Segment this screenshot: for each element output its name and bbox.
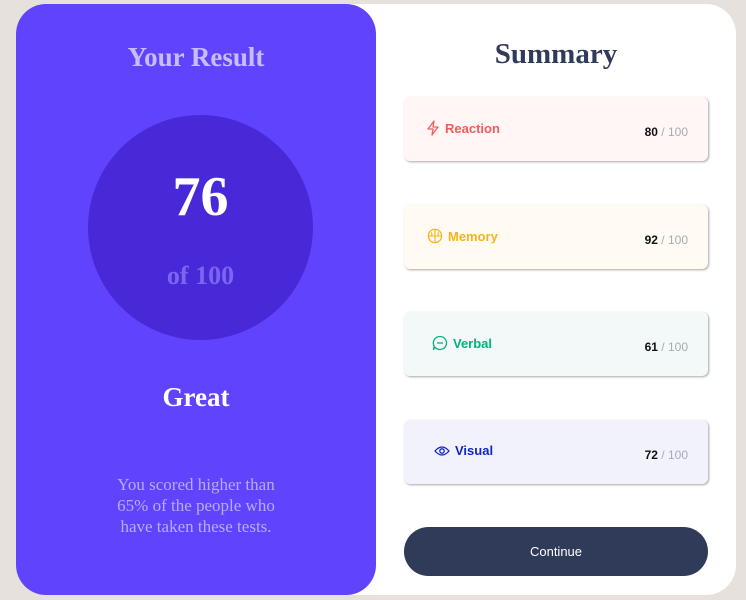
score-value: 61: [644, 340, 658, 354]
score-max: / 100: [657, 340, 688, 354]
summary-item-score: 92 / 100: [645, 233, 688, 247]
summary-item-reaction: Reaction 80 / 100: [404, 97, 708, 161]
score-value: 76: [172, 166, 229, 228]
score-max: of 100: [166, 261, 235, 290]
result-title: Your Result: [127, 42, 265, 72]
score-max: / 100: [657, 125, 688, 139]
eye-icon: [434, 445, 450, 456]
continue-button[interactable]: Continue: [404, 527, 708, 576]
lightning-icon: [427, 120, 439, 136]
score-value: 92: [644, 233, 658, 247]
summary-item-visual: Visual 72 / 100: [404, 420, 708, 484]
score-max: / 100: [657, 448, 688, 462]
result-panel: Your Result 76 of 100 Great You scored h…: [16, 4, 376, 595]
summary-item-label: Reaction: [445, 120, 500, 136]
score-value: 80: [644, 125, 658, 139]
brain-icon: [427, 228, 443, 244]
summary-item-label: Visual: [455, 443, 494, 458]
summary-item-label: Verbal: [453, 335, 493, 351]
score-max: / 100: [657, 233, 688, 247]
summary-item-verbal: Verbal 61 / 100: [404, 312, 708, 376]
summary-item-label: Memory: [448, 228, 498, 244]
summary-title: Summary: [494, 38, 618, 70]
summary-item-memory: Memory 92 / 100: [404, 205, 708, 269]
chat-bubble-icon: [432, 335, 448, 351]
rating-label: Great: [162, 382, 230, 412]
score-value: 72: [644, 448, 658, 462]
score-circle: 76 of 100: [88, 115, 313, 340]
summary-item-score: 72 / 100: [645, 448, 688, 462]
result-description: You scored higher than 65% of the people…: [117, 475, 275, 536]
summary-item-score: 80 / 100: [645, 125, 688, 139]
summary-item-score: 61 / 100: [645, 340, 688, 354]
